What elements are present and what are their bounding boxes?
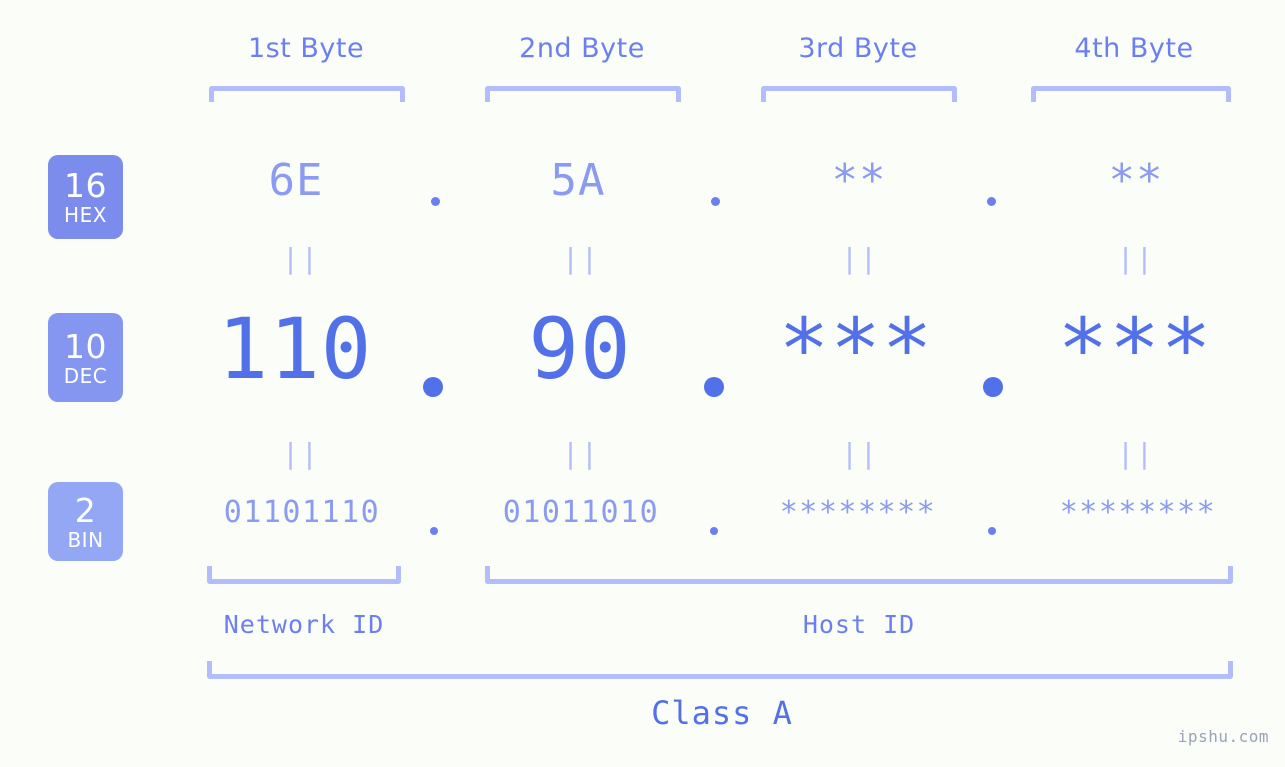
byte-header-4: 4th Byte [1074,33,1194,64]
equality-hex-dec-2: || [562,242,600,275]
equality-dec-bin-4: || [1117,437,1155,470]
byte-header-3: 3rd Byte [798,33,918,64]
dec-dot-2 [704,377,724,397]
address-class-label: Class A [651,694,793,732]
hex-byte-2: 5A [550,155,606,206]
base-badge-bin: 2 BIN [48,482,123,561]
base-badge-bin-system: BIN [67,527,104,552]
byte-bracket-top-3 [761,86,957,102]
hex-byte-4: ** [1108,155,1164,206]
base-badge-hex-system: HEX [64,203,107,227]
equality-dec-bin-3: || [841,437,879,470]
network-id-label: Network ID [223,610,385,639]
bin-dot-1 [430,527,438,535]
base-badge-hex-number: 16 [64,166,107,205]
byte-bracket-top-2 [485,86,681,102]
dec-byte-1: 110 [217,300,373,398]
dec-byte-2: 90 [528,300,632,398]
base-badge-bin-number: 2 [74,490,97,530]
bin-byte-3: ******** [779,495,937,530]
network-id-bracket [207,566,401,584]
host-id-label: Host ID [802,610,916,639]
equality-hex-dec-4: || [1117,242,1155,275]
equality-hex-dec-1: || [282,242,320,275]
base-badge-dec-number: 10 [64,326,107,366]
equality-dec-bin-2: || [562,437,600,470]
byte-header-2: 2nd Byte [519,33,645,64]
site-watermark: ipshu.com [1177,727,1269,746]
dec-byte-3: *** [778,300,934,398]
hex-dot-1 [431,197,440,206]
equality-dec-bin-1: || [282,437,320,470]
hex-byte-3: ** [831,155,887,206]
bin-byte-1: 01101110 [223,495,381,530]
equality-hex-dec-3: || [841,242,879,275]
hex-dot-2 [711,197,720,206]
bin-byte-2: 01011010 [502,495,660,530]
host-id-bracket [485,566,1233,584]
byte-bracket-top-1 [209,86,405,102]
base-badge-dec-system: DEC [63,363,108,388]
bin-dot-3 [988,527,996,535]
base-badge-dec: 10 DEC [48,313,123,402]
ip-byte-diagram: 1st Byte 2nd Byte 3rd Byte 4th Byte 16 H… [0,0,1285,767]
bin-byte-4: ******** [1059,495,1217,530]
hex-dot-3 [987,197,996,206]
dec-dot-3 [983,377,1003,397]
byte-header-1: 1st Byte [247,33,365,64]
hex-byte-1: 6E [268,155,324,206]
dec-dot-1 [423,377,443,397]
base-badge-hex: 16 HEX [48,155,123,239]
class-bracket [207,661,1233,679]
bin-dot-2 [710,527,718,535]
dec-byte-4: *** [1057,300,1213,398]
byte-bracket-top-4 [1031,86,1231,102]
